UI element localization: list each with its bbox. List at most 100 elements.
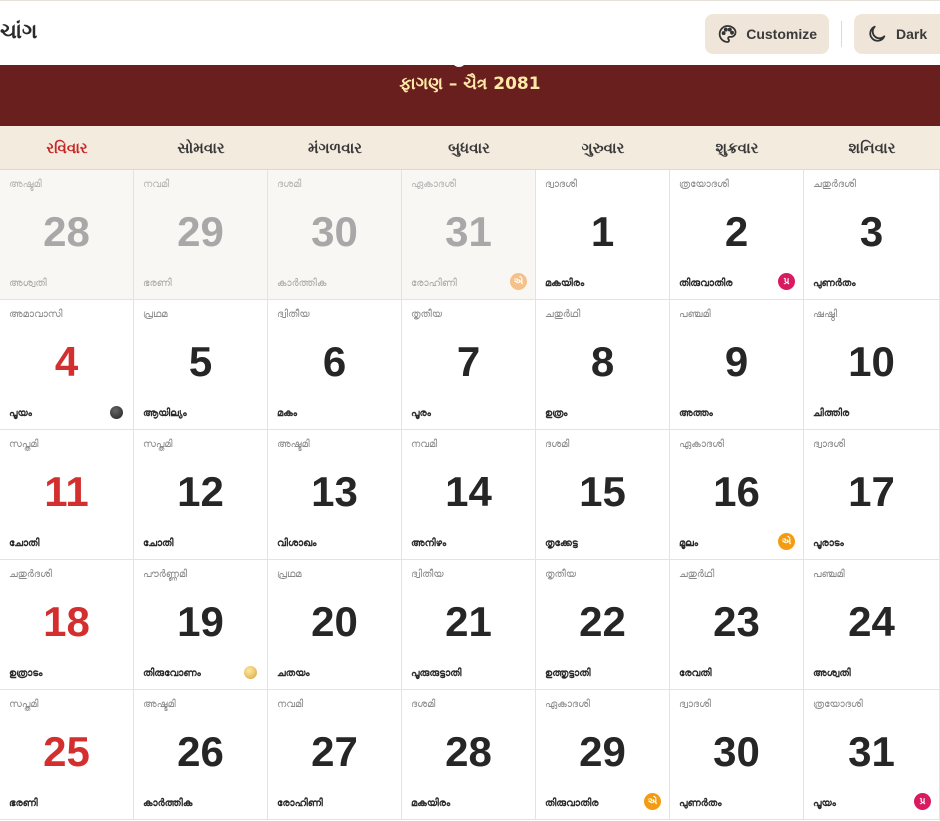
festival-badge[interactable]: એ [510, 273, 527, 290]
nakshatra-label: മകയിരം [545, 278, 585, 289]
day-cell[interactable]: പ്രഥമ 20 ചതയം [268, 560, 402, 690]
day-cell[interactable]: അഷ്ടമി 28 അശ്വതി [0, 170, 134, 300]
day-cell[interactable]: ത്രയോദശി 2 തിരുവാതിര પ્ર [670, 170, 804, 300]
day-cell[interactable]: തൃതീയ 7 പൂരം [402, 300, 536, 430]
day-cell[interactable]: ദ്വാദശി 17 പൂരാടം [804, 430, 940, 560]
day-cell[interactable]: ദ്വിതീയ 6 മകം [268, 300, 402, 430]
top-bar: ચાંગ Customize Dark [0, 0, 940, 65]
day-cell[interactable]: നവമി 29 ഭരണി [134, 170, 268, 300]
day-cell[interactable]: തൃതീയ 22 ഉത്തൃട്ടാതി [536, 560, 670, 690]
day-cell[interactable]: നവമി 14 അനിഴം [402, 430, 536, 560]
day-cell[interactable]: അഷ്ടമി 26 കാർത്തിക [134, 690, 268, 820]
day-cell[interactable]: ഏകാദശി 29 തിരുവാതിര એ [536, 690, 670, 820]
day-number: 16 [713, 468, 760, 515]
tithi-label: ഏകാദശി [545, 699, 590, 710]
nakshatra-label: അശ്വതി [9, 278, 47, 289]
nakshatra-label: കാർത്തിക [143, 798, 193, 809]
day-cell[interactable]: ദശമി 15 തൃക്കേട്ട [536, 430, 670, 560]
day-cell[interactable]: ദ്വാദശി 1 മകയിരം [536, 170, 670, 300]
day-number: 27 [311, 728, 358, 775]
tithi-label: ദ്വിതീയ [411, 569, 444, 580]
nakshatra-label: ഉത്രം [545, 408, 568, 419]
day-cell[interactable]: ചതുർഥി 8 ഉത്രം [536, 300, 670, 430]
weekday-tuesday: મંગળવાર [307, 139, 362, 157]
day-cell[interactable]: ചതുർദശി 18 ഉത്രാടം [0, 560, 134, 690]
festival-badge[interactable]: પ્ર [914, 793, 931, 810]
nakshatra-label: പൂരാടം [813, 538, 844, 549]
day-number: 23 [713, 598, 760, 645]
day-cell[interactable]: ത്രയോദശി 31 പൂയം પ્ર [804, 690, 940, 820]
day-cell[interactable]: അഷ്ടമി 13 വിശാഖം [268, 430, 402, 560]
nakshatra-label: ഉത്രാടം [9, 668, 43, 679]
day-cell[interactable]: പഞ്ചമി 24 അശ്വതി [804, 560, 940, 690]
day-cell[interactable]: ചതുർഥി 23 രേവതി [670, 560, 804, 690]
day-cell[interactable]: സപ്തമി 12 ചോതി [134, 430, 268, 560]
day-number: 13 [311, 468, 358, 515]
day-number: 7 [456, 338, 481, 385]
nakshatra-label: ഭരണി [143, 278, 172, 289]
festival-badge[interactable]: એ [644, 793, 661, 810]
month-notch [452, 59, 466, 67]
day-cell[interactable]: നവമി 27 രോഹിണി [268, 690, 402, 820]
tithi-label: പഞ്ചമി [813, 569, 845, 580]
festival-badge[interactable]: એ [778, 533, 795, 550]
tithi-label: നവമി [143, 179, 170, 190]
tithi-label: സപ്തമി [9, 439, 39, 450]
day-cell[interactable]: ഏകാദശി 16 മൂലം એ [670, 430, 804, 560]
nakshatra-label: തൃക്കേട്ട [545, 538, 578, 549]
customize-label: Customize [746, 26, 817, 42]
day-cell[interactable]: ദ്വിതീയ 21 പൂരുരുട്ടാതി [402, 560, 536, 690]
tithi-label: പഞ്ചമി [679, 309, 711, 320]
nakshatra-label: ചോതി [9, 538, 40, 549]
day-number: 4 [54, 338, 79, 385]
nakshatra-label: ഭരണി [9, 798, 38, 809]
month-header: ફાગણ – ચૈત્ર 2081 [0, 59, 940, 126]
tithi-label: സപ്തമി [9, 699, 39, 710]
nakshatra-label: ആയില്യം [143, 408, 187, 419]
day-cell[interactable]: പ്രഥമ 5 ആയില്യം [134, 300, 268, 430]
customize-button[interactable]: Customize [705, 14, 829, 54]
tithi-label: ദ്വാദശി [679, 699, 711, 710]
day-number: 24 [848, 598, 895, 645]
day-number: 17 [848, 468, 895, 515]
tithi-label: അഷ്ടമി [9, 179, 42, 190]
dark-mode-button[interactable]: Dark [854, 14, 940, 54]
dark-label: Dark [896, 26, 928, 42]
day-number: 11 [44, 468, 89, 515]
day-number: 30 [713, 728, 760, 775]
day-cell[interactable]: ദ്വാദശി 30 പുണർതം [670, 690, 804, 820]
tithi-label: തൃതീയ [545, 569, 577, 580]
day-cell[interactable]: ഷഷ്ഠി 10 ചിത്തിര [804, 300, 940, 430]
day-number: 25 [43, 728, 90, 775]
day-cell[interactable]: സപ്തമി 11 ചോതി [0, 430, 134, 560]
weekday-sunday: રવિવાર [46, 139, 88, 157]
month-title: ફાગણ – ચૈત્ર 2081 [399, 74, 541, 94]
palette-icon [718, 25, 737, 43]
tithi-label: ഏകാദശി [411, 179, 456, 190]
weekday-thursday: ગુરુવાર [581, 139, 625, 157]
nakshatra-label: രോഹിണി [277, 798, 323, 809]
festival-badge[interactable]: પ્ર [778, 273, 795, 290]
day-number: 15 [579, 468, 626, 515]
day-cell[interactable]: പഞ്ചമി 9 അത്തം [670, 300, 804, 430]
day-number: 26 [177, 728, 224, 775]
tithi-label: ദ്വാദശി [813, 439, 845, 450]
tithi-label: ദ്വിതീയ [277, 309, 310, 320]
nakshatra-label: പൂയം [9, 408, 32, 419]
day-cell[interactable]: ഏകാദശി 31 രോഹിണി એ [402, 170, 536, 300]
nakshatra-label: പുണർതം [679, 798, 722, 809]
nakshatra-label: ചോതി [143, 538, 174, 549]
day-cell[interactable]: ദശമി 28 മകയിരം [402, 690, 536, 820]
nakshatra-label: അശ്വതി [813, 668, 851, 679]
day-cell[interactable]: ചതുർദശി 3 പുണർതം [804, 170, 940, 300]
day-number: 6 [322, 338, 347, 385]
toolbar-divider [841, 21, 842, 47]
day-cell[interactable]: ദശമി 30 കാർത്തിക [268, 170, 402, 300]
day-cell[interactable]: അമാവാസി 4 പൂയം [0, 300, 134, 430]
tithi-label: ദശമി [277, 179, 302, 190]
day-number: 21 [445, 598, 492, 645]
day-cell[interactable]: പൗർണ്ണമി 19 തിരുവോണം [134, 560, 268, 690]
weekday-monday: સોમવાર [177, 139, 225, 157]
day-number: 18 [43, 598, 90, 645]
day-cell[interactable]: സപ്തമി 25 ഭരണി [0, 690, 134, 820]
